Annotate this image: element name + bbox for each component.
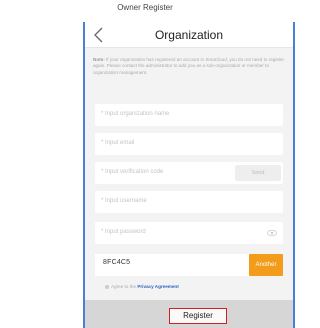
- agreement-text: Agree to the Privacy Agreement: [111, 284, 179, 289]
- captcha-value: 8FC4C5: [103, 259, 131, 266]
- agree-checkbox-icon[interactable]: [105, 285, 109, 289]
- page-caption: Owner Register: [117, 3, 173, 12]
- organization-name-field[interactable]: * Input organization name: [95, 104, 283, 126]
- register-button[interactable]: Register: [169, 308, 227, 324]
- username-placeholder: * Input username: [101, 198, 147, 204]
- password-placeholder: * Input password: [101, 229, 146, 235]
- page-title: Organization: [154, 28, 224, 42]
- header-bar: Organization: [85, 22, 293, 48]
- password-field[interactable]: * Input password: [95, 222, 283, 244]
- verification-code-placeholder: * Input verification code: [101, 169, 164, 175]
- username-field[interactable]: * Input username: [95, 191, 283, 213]
- captcha-row: 8FC4C5 Another: [95, 254, 283, 276]
- phone-screen: Organization Note: If your organization …: [83, 22, 295, 328]
- eye-icon[interactable]: [267, 229, 277, 237]
- email-placeholder: * Input email: [101, 140, 135, 146]
- note-prefix: Note:: [93, 57, 105, 62]
- organization-name-placeholder: * Input organization name: [101, 111, 170, 117]
- email-field[interactable]: * Input email: [95, 133, 283, 155]
- another-captcha-button[interactable]: Another: [249, 254, 283, 276]
- send-code-button[interactable]: Send: [235, 165, 281, 181]
- note-text: Note: If your organization has registere…: [93, 57, 287, 76]
- agreement-prefix: Agree to the: [111, 284, 137, 289]
- note-body: If your organization has registered an a…: [93, 57, 285, 75]
- verification-code-field[interactable]: * Input verification code Send: [95, 162, 283, 184]
- privacy-agreement-link[interactable]: Privacy Agreement: [137, 284, 178, 289]
